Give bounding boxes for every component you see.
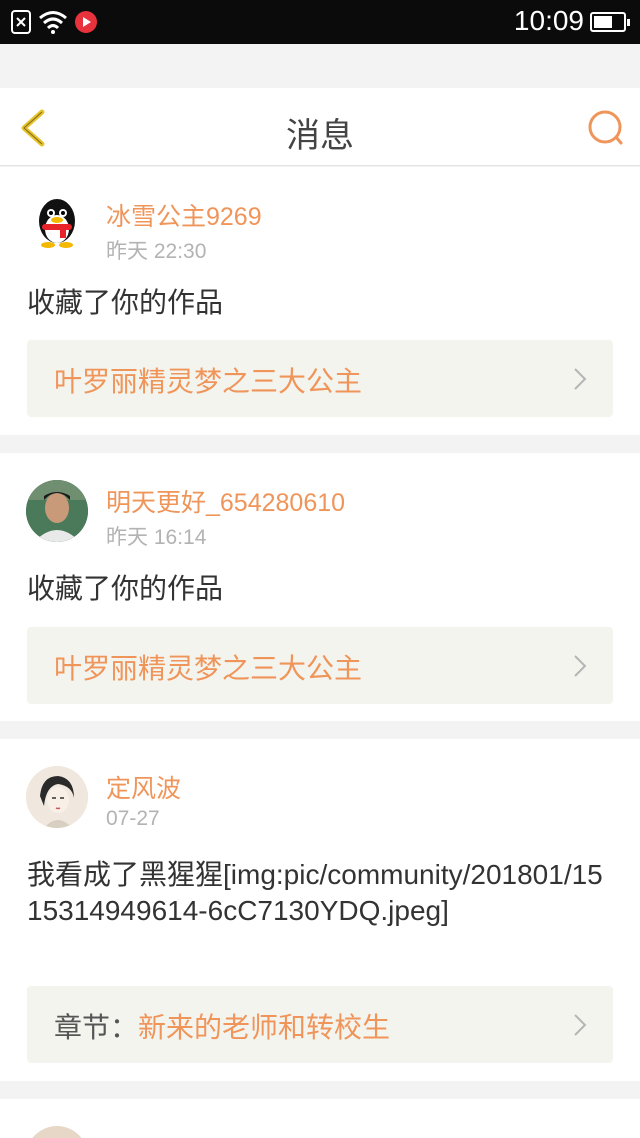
- username[interactable]: 明天更好_654280610: [106, 483, 345, 519]
- status-bar: 10:09: [0, 0, 640, 44]
- chat-bubble-icon: [588, 110, 623, 145]
- chevron-right-icon: [574, 368, 587, 390]
- message-text: 收藏了你的作品: [27, 573, 224, 604]
- work-title: 叶罗丽精灵梦之三大公主: [54, 653, 363, 684]
- qq-penguin-icon: [39, 199, 75, 248]
- avatar[interactable]: [26, 480, 88, 542]
- work-link[interactable]: 叶罗丽精灵梦之三大公主: [27, 627, 613, 704]
- user-photo: [26, 480, 88, 542]
- avatar[interactable]: [26, 766, 88, 828]
- username[interactable]: 定风波: [106, 769, 181, 805]
- work-title: 章节：新来的老师和转校生: [54, 1012, 391, 1043]
- message-card: 定风波 07-27 我看成了黑猩猩[img:pic/community/2018…: [0, 739, 640, 1081]
- message-card: [0, 1099, 640, 1138]
- page-title: 消息: [286, 116, 354, 156]
- wifi-icon: [39, 11, 67, 34]
- chat-button[interactable]: [586, 108, 626, 148]
- sim-disabled-icon: [11, 10, 31, 34]
- avatar[interactable]: [26, 191, 88, 253]
- app-header: 消息: [0, 88, 640, 166]
- chevron-right-icon: [574, 1014, 587, 1036]
- message-card: 冰雪公主9269 昨天 22:30 收藏了你的作品 叶罗丽精灵梦之三大公主: [0, 167, 640, 435]
- media-play-icon: [75, 11, 97, 33]
- message-text: 收藏了你的作品: [27, 287, 224, 318]
- status-icons: [10, 9, 98, 35]
- message-card: 明天更好_654280610 昨天 16:14 收藏了你的作品 叶罗丽精灵梦之三…: [0, 453, 640, 721]
- chevron-right-icon: [574, 655, 587, 677]
- timestamp: 昨天 22:30: [106, 240, 207, 263]
- timestamp: 昨天 16:14: [106, 526, 207, 549]
- username[interactable]: 冰雪公主9269: [106, 197, 262, 233]
- work-title: 叶罗丽精灵梦之三大公主: [54, 366, 363, 397]
- illustration-avatar: [26, 766, 88, 828]
- work-link[interactable]: 章节：新来的老师和转校生: [27, 986, 613, 1063]
- work-link[interactable]: 叶罗丽精灵梦之三大公主: [27, 340, 613, 417]
- timestamp: 07-27: [106, 807, 160, 830]
- avatar[interactable]: [26, 1126, 88, 1138]
- battery-icon: [590, 12, 630, 32]
- status-time: 10:09: [513, 5, 584, 36]
- message-text: 我看成了黑猩猩[img:pic/community/201801/1515314…: [27, 859, 603, 926]
